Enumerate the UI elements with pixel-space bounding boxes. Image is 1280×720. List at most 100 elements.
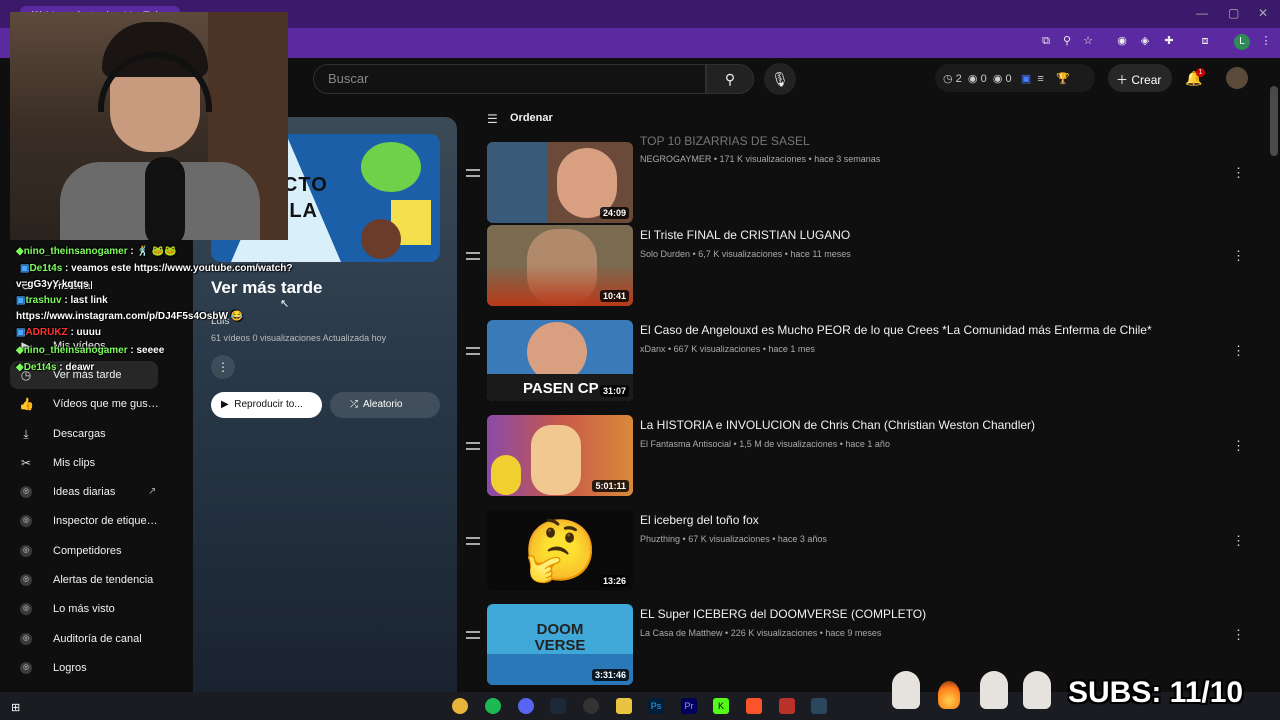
video-title[interactable]: El Caso de Angelouxd es Mucho PEOR de lo…	[640, 323, 1152, 337]
channel-name[interactable]: Solo Durden	[640, 249, 690, 259]
channel-name[interactable]: Phuzthing	[640, 534, 680, 544]
play-label: Reproducir to...	[234, 399, 303, 410]
list-item[interactable]: 10:41 El Triste FINAL de CRISTIAN LUGANO…	[462, 225, 1252, 309]
video-menu-icon[interactable]: ⋮	[1232, 438, 1245, 454]
chat-msg: : seeee	[130, 345, 165, 356]
nav-label: Ideas diarias	[53, 486, 116, 498]
profile-avatar[interactable]: L	[1234, 34, 1250, 50]
search-button[interactable]: ⚲	[706, 64, 754, 94]
drag-handle[interactable]	[466, 537, 480, 549]
nav-trend-alerts[interactable]: ◎ Alertas de tendencia	[10, 566, 158, 594]
stats-pill[interactable]: ◷ 2 ◉ 0 ◉ 0 ▣ ≡ 🏆	[935, 64, 1095, 92]
nav-liked[interactable]: 👍 Vídeos que me gus…	[10, 390, 158, 418]
chat-line: ◆De1t4s : deawr	[16, 360, 94, 376]
sort-icon[interactable]: ☰	[487, 112, 498, 126]
photoshop-icon[interactable]: Ps	[648, 698, 664, 714]
steam-icon[interactable]	[811, 698, 827, 714]
obs-icon[interactable]	[583, 698, 599, 714]
list-item[interactable]: PASEN CP 31:07 El Caso de Angelouxd es M…	[462, 320, 1252, 404]
like-icon: 👍	[19, 397, 34, 411]
close-button[interactable]: ✕	[1258, 6, 1268, 20]
sort-button[interactable]: Ordenar	[510, 112, 553, 124]
video-thumbnail[interactable]: 24:09	[487, 142, 633, 223]
chrome-icon[interactable]	[452, 698, 468, 714]
channel-name[interactable]: El Fantasma Antisocial	[640, 439, 731, 449]
play-all-button[interactable]: ▶ Reproducir to...	[211, 392, 322, 418]
video-thumbnail[interactable]: 10:41	[487, 225, 633, 306]
trophy-icon: 🏆	[1056, 73, 1070, 85]
plus-icon: ＋	[1116, 73, 1129, 87]
nav-clips[interactable]: ✂ Mis clips	[10, 449, 158, 477]
kick-icon[interactable]: K	[713, 698, 729, 714]
list-item[interactable]: 🤔 13:26 El iceberg del toño fox Phuzthin…	[462, 510, 1252, 594]
video-title[interactable]: TOP 10 BIZARRIAS DE SASEL	[640, 134, 810, 148]
drag-handle[interactable]	[466, 347, 480, 359]
list-item[interactable]: 24:09 TOP 10 BIZARRIAS DE SASEL NEGROGAY…	[462, 134, 1252, 226]
video-menu-icon[interactable]: ⋮	[1232, 248, 1245, 264]
premiere-icon[interactable]: Pr	[681, 698, 697, 714]
video-title[interactable]: La HISTORIA e INVOLUCION de Chris Chan (…	[640, 418, 1035, 432]
maximize-button[interactable]: ▢	[1228, 6, 1239, 20]
nav-achievements[interactable]: ◎ Logros	[10, 654, 158, 682]
more-options-button[interactable]: ⋮	[211, 355, 235, 379]
extension-icon[interactable]: ◉	[1115, 34, 1129, 48]
video-menu-icon[interactable]: ⋮	[1232, 165, 1245, 181]
ext-icon: ◎	[20, 574, 32, 586]
minimize-button[interactable]: —	[1196, 6, 1208, 20]
app-icon[interactable]	[779, 698, 795, 714]
video-menu-icon[interactable]: ⋮	[1232, 627, 1245, 643]
files-icon[interactable]	[616, 698, 632, 714]
video-title[interactable]: El iceberg del toño fox	[640, 513, 759, 527]
video-meta: Phuzthing • 67 K visualizaciones • hace …	[640, 534, 827, 544]
user-avatar[interactable]	[1226, 67, 1248, 89]
nav-ideas[interactable]: ◎ Ideas diarias ↗	[10, 478, 158, 506]
scrollbar[interactable]	[1270, 86, 1278, 156]
drag-handle[interactable]	[466, 631, 480, 643]
channel-name[interactable]: La Casa de Matthew	[640, 628, 723, 638]
shuffle-button[interactable]: ⤮ Aleatorio	[330, 392, 440, 418]
drag-handle[interactable]	[466, 252, 480, 264]
video-menu-icon[interactable]: ⋮	[1232, 343, 1245, 359]
video-thumbnail[interactable]: DOOM VERSE 3:31:46	[487, 604, 633, 685]
menu-icon[interactable]: ⋮	[1259, 34, 1273, 48]
discord-icon[interactable]	[518, 698, 534, 714]
channel-name[interactable]: xDanx	[640, 344, 666, 354]
channel-name[interactable]: NEGROGAYMER	[640, 154, 711, 164]
nav-competitors[interactable]: ◎ Competidores	[10, 537, 158, 565]
spotify-icon[interactable]	[485, 698, 501, 714]
nav-most-viewed[interactable]: ◎ Lo más visto	[10, 595, 158, 623]
nav-tag-inspector[interactable]: ◎ Inspector de etique…	[10, 507, 158, 535]
cat-figure	[1023, 671, 1051, 709]
video-thumbnail[interactable]: PASEN CP 31:07	[487, 320, 633, 401]
search-input[interactable]: Buscar	[313, 64, 706, 94]
brave-icon[interactable]	[746, 698, 762, 714]
profile-switch-icon[interactable]: ⧈	[1198, 34, 1212, 48]
install-icon[interactable]: ⧉	[1039, 34, 1053, 48]
drag-handle[interactable]	[466, 442, 480, 454]
video-meta: La Casa de Matthew • 226 K visualizacion…	[640, 628, 882, 638]
list-item[interactable]: 5:01:11 La HISTORIA e INVOLUCION de Chri…	[462, 415, 1252, 499]
nav-downloads[interactable]: ⤓ Descargas	[10, 420, 158, 448]
drag-handle[interactable]	[466, 169, 480, 181]
video-title[interactable]: El Triste FINAL de CRISTIAN LUGANO	[640, 228, 850, 242]
video-thumbnail[interactable]: 🤔 13:26	[487, 510, 633, 591]
zoom-icon[interactable]: ⚲	[1060, 34, 1074, 48]
chat-msg: : veamos este https://www.youtube.com/wa…	[65, 263, 293, 274]
stat-count-1: 2	[955, 73, 962, 85]
cat-figure	[892, 671, 920, 709]
nav-channel-audit[interactable]: ◎ Auditoría de canal	[10, 625, 158, 653]
video-title[interactable]: EL Super ICEBERG del DOOMVERSE (COMPLETO…	[640, 607, 926, 621]
steam-icon[interactable]	[550, 698, 566, 714]
video-menu-icon[interactable]: ⋮	[1232, 533, 1245, 549]
video-thumbnail[interactable]: 5:01:11	[487, 415, 633, 496]
puzzle-icon[interactable]: ✚	[1162, 34, 1176, 48]
extension-icon[interactable]: ◈	[1138, 34, 1152, 48]
nav-label: Competidores	[53, 545, 122, 557]
create-button[interactable]: ＋ Crear	[1108, 64, 1172, 92]
windows-start-icon[interactable]: ⊞	[11, 701, 20, 714]
star-icon[interactable]: ☆	[1081, 34, 1095, 48]
chat-badge-icon: ◆	[16, 246, 24, 257]
mic-button[interactable]: 🎙	[764, 63, 796, 95]
subs-counter: SUBS: 11/10	[1068, 676, 1244, 709]
nav-label: Vídeos que me gus…	[53, 398, 158, 410]
